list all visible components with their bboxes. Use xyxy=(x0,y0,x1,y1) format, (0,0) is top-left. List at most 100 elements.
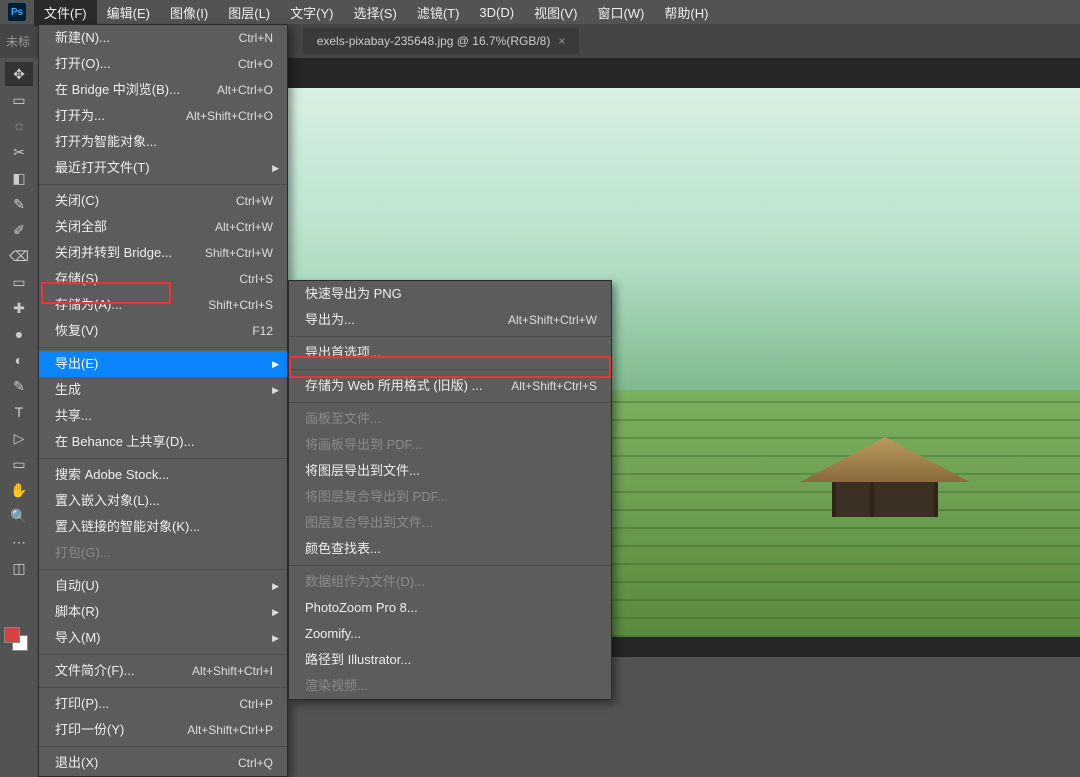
menu-item-shortcut: Ctrl+W xyxy=(236,192,273,210)
file-menu-item[interactable]: 共享... xyxy=(39,403,287,429)
export-menu-item[interactable]: 路径到 Illustrator... xyxy=(289,647,611,673)
file-menu-item[interactable]: 打印一份(Y)Alt+Shift+Ctrl+P xyxy=(39,717,287,743)
menu-item-shortcut: Shift+Ctrl+S xyxy=(208,296,273,314)
menu-file[interactable]: 文件(F) xyxy=(34,0,97,26)
file-menu-item[interactable]: 打开(O)...Ctrl+O xyxy=(39,51,287,77)
menu-item-label: 将图层导出到文件... xyxy=(305,462,420,480)
export-menu-item[interactable]: 导出首选项... xyxy=(289,340,611,366)
menu-item-shortcut: Alt+Shift+Ctrl+S xyxy=(511,377,597,395)
brush-tool[interactable]: ✐ xyxy=(5,218,33,242)
document-tab-title: exels-pixabay-235648.jpg @ 16.7%(RGB/8) xyxy=(317,34,551,48)
menu-item-label: 打开为... xyxy=(55,107,105,125)
menu-image[interactable]: 图像(I) xyxy=(160,0,218,26)
file-menu-item[interactable]: 置入链接的智能对象(K)... xyxy=(39,514,287,540)
file-menu-item[interactable]: 新建(N)... Ctrl+N xyxy=(39,25,287,51)
menu-item-label: 恢复(V) xyxy=(55,322,98,340)
file-menu-item[interactable]: 关闭并转到 Bridge...Shift+Ctrl+W xyxy=(39,240,287,266)
menu-layer[interactable]: 图层(L) xyxy=(218,0,280,26)
menu-item-label: 将画板导出到 PDF... xyxy=(305,436,422,454)
menu-separator xyxy=(289,369,611,370)
zoom-tool[interactable]: 🔍 xyxy=(5,504,33,528)
file-menu-item[interactable]: 退出(X)Ctrl+Q xyxy=(39,750,287,776)
quick-mask[interactable]: ◫ xyxy=(5,556,33,580)
file-menu-item[interactable]: 生成 xyxy=(39,377,287,403)
file-menu-item[interactable]: 打开为智能对象... xyxy=(39,129,287,155)
type-tool[interactable]: T xyxy=(5,400,33,424)
menu-type[interactable]: 文字(Y) xyxy=(280,0,343,26)
file-menu-item[interactable]: 导入(M) xyxy=(39,625,287,651)
menu-item-label: 将图层复合导出到 PDF... xyxy=(305,488,448,506)
export-menu-item: 数据组作为文件(D)... xyxy=(289,569,611,595)
file-menu-item[interactable]: 文件简介(F)...Alt+Shift+Ctrl+I xyxy=(39,658,287,684)
file-menu-item[interactable]: 关闭全部Alt+Ctrl+W xyxy=(39,214,287,240)
menu-item-label: 颜色查找表... xyxy=(305,540,381,558)
file-menu-item[interactable]: 自动(U) xyxy=(39,573,287,599)
export-menu-item[interactable]: PhotoZoom Pro 8... xyxy=(289,595,611,621)
file-menu-item[interactable]: 在 Behance 上共享(D)... xyxy=(39,429,287,455)
file-menu-item[interactable]: 搜索 Adobe Stock... xyxy=(39,462,287,488)
path-tool[interactable]: ▷ xyxy=(5,426,33,450)
app-logo: Ps xyxy=(8,3,26,21)
file-menu-item[interactable]: 打开为...Alt+Shift+Ctrl+O xyxy=(39,103,287,129)
export-menu-item[interactable]: 将图层导出到文件... xyxy=(289,458,611,484)
export-menu-item[interactable]: 导出为...Alt+Shift+Ctrl+W xyxy=(289,307,611,333)
gradient-tool[interactable]: ✚ xyxy=(5,296,33,320)
file-menu-item[interactable]: 关闭(C) Ctrl+W xyxy=(39,188,287,214)
eyedropper-tool[interactable]: ✎ xyxy=(5,192,33,216)
shape-tool[interactable]: ▭ xyxy=(5,452,33,476)
menu-item-label: 画板至文件... xyxy=(305,410,381,428)
hand-tool[interactable]: ✋ xyxy=(5,478,33,502)
export-menu-item[interactable]: 存储为 Web 所用格式 (旧版) ...Alt+Shift+Ctrl+S xyxy=(289,373,611,399)
menu-item-shortcut: Ctrl+N xyxy=(239,29,273,47)
file-menu-item[interactable]: 存储(S)Ctrl+S xyxy=(39,266,287,292)
export-menu-item[interactable]: 快速导出为 PNG xyxy=(289,281,611,307)
export-menu-item: 画板至文件... xyxy=(289,406,611,432)
move-tool[interactable]: ✥ xyxy=(5,62,33,86)
color-swatches[interactable] xyxy=(4,627,28,651)
menu-window[interactable]: 窗口(W) xyxy=(587,0,654,26)
document-tab[interactable]: exels-pixabay-235648.jpg @ 16.7%(RGB/8) … xyxy=(303,28,580,54)
pen-tool[interactable]: ✎ xyxy=(5,374,33,398)
menu-select[interactable]: 选择(S) xyxy=(343,0,406,26)
file-menu-item[interactable]: 脚本(R) xyxy=(39,599,287,625)
menu-3d[interactable]: 3D(D) xyxy=(469,1,524,24)
menu-separator xyxy=(289,336,611,337)
menu-item-label: 打印(P)... xyxy=(55,695,109,713)
close-tab-icon[interactable]: × xyxy=(558,34,565,48)
more-tools[interactable]: ⋯ xyxy=(5,530,33,554)
tab-unlabeled: 未标 xyxy=(6,33,40,50)
export-menu-item: 渲染视频... xyxy=(289,673,611,699)
menu-item-label: 导出(E) xyxy=(55,355,98,373)
menu-item-label: 新建(N)... xyxy=(55,29,110,47)
menu-item-shortcut: Ctrl+Q xyxy=(238,754,273,772)
file-menu-item[interactable]: 在 Bridge 中浏览(B)...Alt+Ctrl+O xyxy=(39,77,287,103)
menu-item-label: 脚本(R) xyxy=(55,603,99,621)
stamp-tool[interactable]: ⌫ xyxy=(5,244,33,268)
menu-item-label: 关闭(C) xyxy=(55,192,99,210)
menu-help[interactable]: 帮助(H) xyxy=(654,0,718,26)
file-menu-item[interactable]: 最近打开文件(T) xyxy=(39,155,287,181)
fg-color[interactable] xyxy=(4,627,20,643)
file-menu-item[interactable]: 置入嵌入对象(L)... xyxy=(39,488,287,514)
lasso-tool[interactable]: ◌ xyxy=(5,114,33,138)
menu-separator xyxy=(39,458,287,459)
file-menu-item[interactable]: 导出(E) xyxy=(39,351,287,377)
crop-tool[interactable]: ✂ xyxy=(5,140,33,164)
dodge-tool[interactable]: ◐ xyxy=(5,348,33,372)
file-menu-item[interactable]: 恢复(V)F12 xyxy=(39,318,287,344)
menu-separator xyxy=(39,746,287,747)
blur-tool[interactable]: ● xyxy=(5,322,33,346)
export-menu-item[interactable]: Zoomify... xyxy=(289,621,611,647)
menu-filter[interactable]: 滤镜(T) xyxy=(407,0,470,26)
file-menu-item[interactable]: 打印(P)...Ctrl+P xyxy=(39,691,287,717)
menu-view[interactable]: 视图(V) xyxy=(524,0,587,26)
file-menu-item[interactable]: 打包(G)... xyxy=(39,540,287,566)
marquee-tool[interactable]: ▭ xyxy=(5,88,33,112)
menu-item-shortcut: Ctrl+O xyxy=(238,55,273,73)
file-menu-item[interactable]: 存储为(A)...Shift+Ctrl+S xyxy=(39,292,287,318)
menu-edit[interactable]: 编辑(E) xyxy=(97,0,160,26)
eraser-tool[interactable]: ▭ xyxy=(5,270,33,294)
menu-item-label: 自动(U) xyxy=(55,577,99,595)
export-menu-item[interactable]: 颜色查找表... xyxy=(289,536,611,562)
frame-tool[interactable]: ◧ xyxy=(5,166,33,190)
